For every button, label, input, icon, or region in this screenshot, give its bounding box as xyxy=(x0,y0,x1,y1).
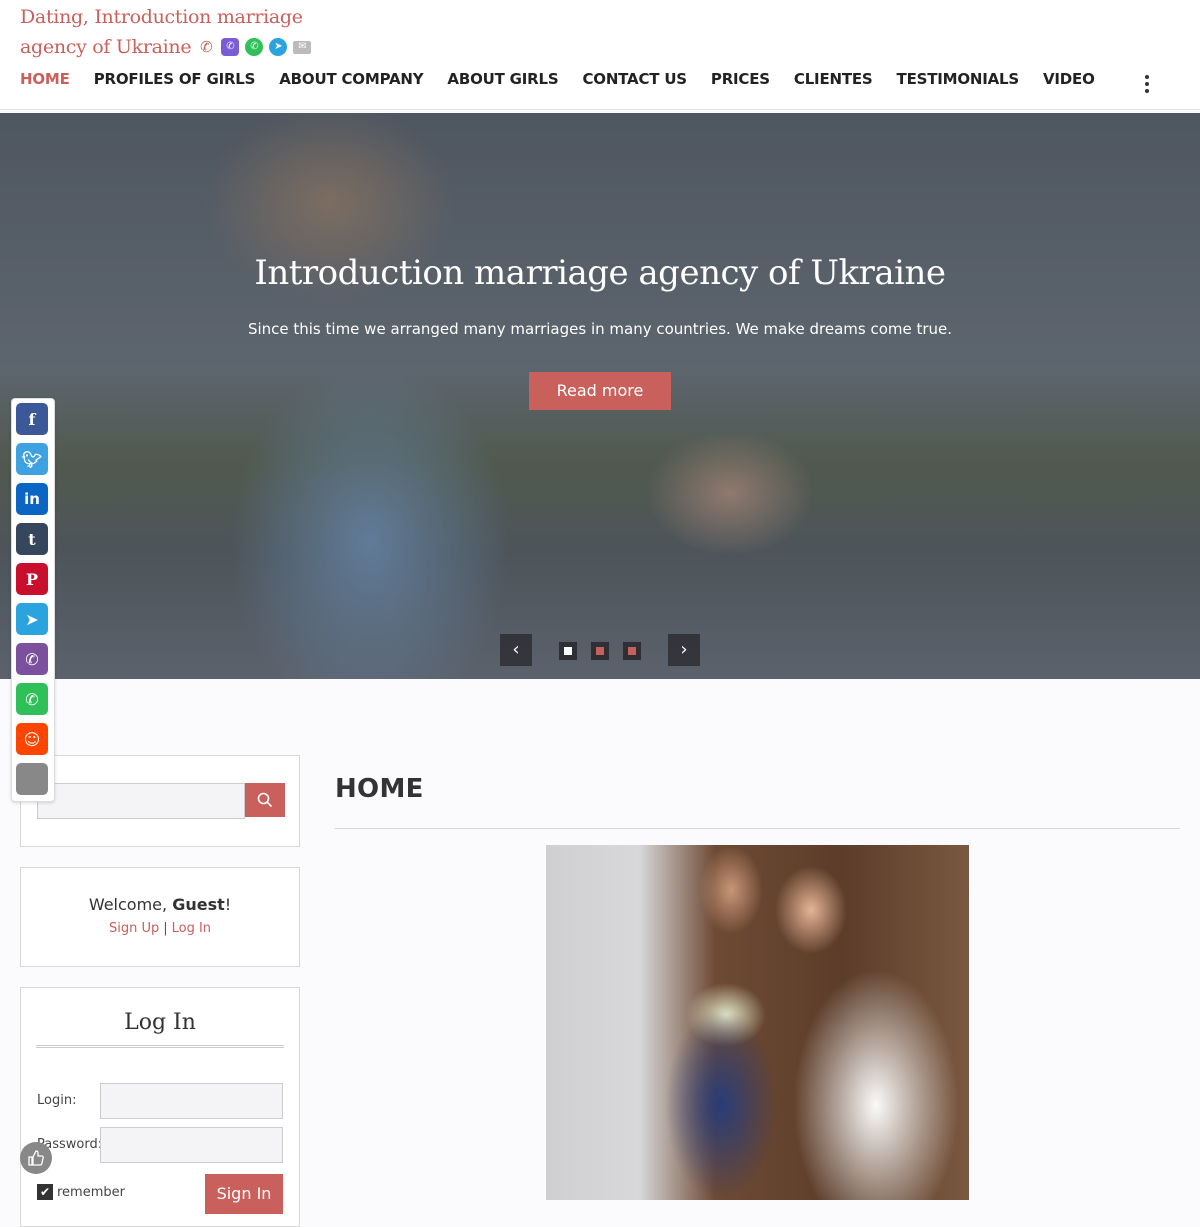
login-label: Login: xyxy=(37,1093,77,1108)
social-share-bar: f 🐦︎ in t P ➤ ✆ ✆ ☺ xyxy=(11,398,55,802)
page-title: HOME xyxy=(335,774,424,804)
welcome-text: Welcome, Guest! xyxy=(88,895,232,914)
hero-subtitle: Since this time we arranged many marriag… xyxy=(247,320,953,338)
facebook-icon[interactable]: f xyxy=(16,403,48,435)
more-menu-icon[interactable] xyxy=(1140,74,1154,94)
password-field[interactable] xyxy=(100,1127,283,1163)
viber-icon[interactable]: ✆ xyxy=(221,38,240,56)
nav-video[interactable]: VIDEO xyxy=(1043,70,1095,88)
nav-clientes[interactable]: CLIENTES xyxy=(794,70,873,88)
link-separator: | xyxy=(163,921,168,936)
brand-line-1: Dating, Introduction marriage xyxy=(20,6,303,28)
auth-links: Sign Up | Log In xyxy=(21,921,299,936)
login-title: Log In xyxy=(36,1010,284,1048)
telegram-icon[interactable]: ➤ xyxy=(16,603,48,635)
slider-next-button[interactable]: › xyxy=(668,634,700,666)
nav-about-girls[interactable]: ABOUT GIRLS xyxy=(447,70,558,88)
whatsapp-icon[interactable]: ✆ xyxy=(16,683,48,715)
guest-name: Guest xyxy=(172,895,225,914)
nav-testimonials[interactable]: TESTIMONIALS xyxy=(897,70,1020,88)
hero-title: Introduction marriage agency of Ukraine xyxy=(254,253,946,293)
nav-contact-us[interactable]: CONTACT US xyxy=(582,70,687,88)
nav-about-company[interactable]: ABOUT COMPANY xyxy=(279,70,423,88)
remember-checkbox[interactable]: ✔ xyxy=(37,1184,53,1200)
thumbs-up-icon xyxy=(28,1150,44,1166)
slider-dot-2[interactable] xyxy=(591,642,609,660)
phone-icon[interactable]: ✆ xyxy=(197,38,215,56)
read-more-button[interactable]: Read more xyxy=(529,372,671,410)
search-widget xyxy=(20,755,300,847)
slider-prev-button[interactable]: ‹ xyxy=(500,634,532,666)
sign-in-button[interactable]: Sign In xyxy=(205,1174,283,1214)
welcome-widget: Welcome, Guest! Sign Up | Log In xyxy=(20,867,300,967)
nav-home[interactable]: HOME xyxy=(20,70,70,88)
viber-icon[interactable]: ✆ xyxy=(16,643,48,675)
slider-dot-3[interactable] xyxy=(623,642,641,660)
slider-dot-1[interactable] xyxy=(559,642,577,660)
reddit-icon[interactable]: ☺ xyxy=(16,723,48,755)
brand-line-2: agency of Ukraine xyxy=(20,36,192,58)
title-divider xyxy=(335,828,1180,829)
log-in-link[interactable]: Log In xyxy=(172,921,211,936)
search-icon xyxy=(257,792,273,808)
twitter-icon[interactable]: 🐦︎ xyxy=(16,443,48,475)
email-icon[interactable]: ✉ xyxy=(293,40,312,54)
wedding-photo xyxy=(546,845,969,1200)
more-share-icon[interactable] xyxy=(16,763,48,795)
site-brand[interactable]: Dating, Introduction marriage agency of … xyxy=(20,2,320,62)
like-button[interactable] xyxy=(20,1142,52,1174)
whatsapp-icon[interactable]: ✆ xyxy=(245,38,264,56)
login-field[interactable] xyxy=(100,1083,283,1119)
tumblr-icon[interactable]: t xyxy=(16,523,48,555)
main-nav: HOME PROFILES OF GIRLS ABOUT COMPANY ABO… xyxy=(20,70,1095,88)
telegram-icon[interactable]: ➤ xyxy=(269,38,288,56)
nav-profiles-of-girls[interactable]: PROFILES OF GIRLS xyxy=(94,70,256,88)
remember-label: remember xyxy=(57,1185,125,1200)
pinterest-icon[interactable]: P xyxy=(16,563,48,595)
nav-prices[interactable]: PRICES xyxy=(711,70,770,88)
login-widget: Log In Login: Password: ✔ remember Sign … xyxy=(20,987,300,1227)
search-input[interactable] xyxy=(37,783,245,819)
sign-up-link[interactable]: Sign Up xyxy=(109,921,159,936)
search-button[interactable] xyxy=(245,783,285,817)
hero-slider: Introduction marriage agency of Ukraine … xyxy=(0,113,1200,679)
site-header: Dating, Introduction marriage agency of … xyxy=(0,0,1200,110)
linkedin-icon[interactable]: in xyxy=(16,483,48,515)
